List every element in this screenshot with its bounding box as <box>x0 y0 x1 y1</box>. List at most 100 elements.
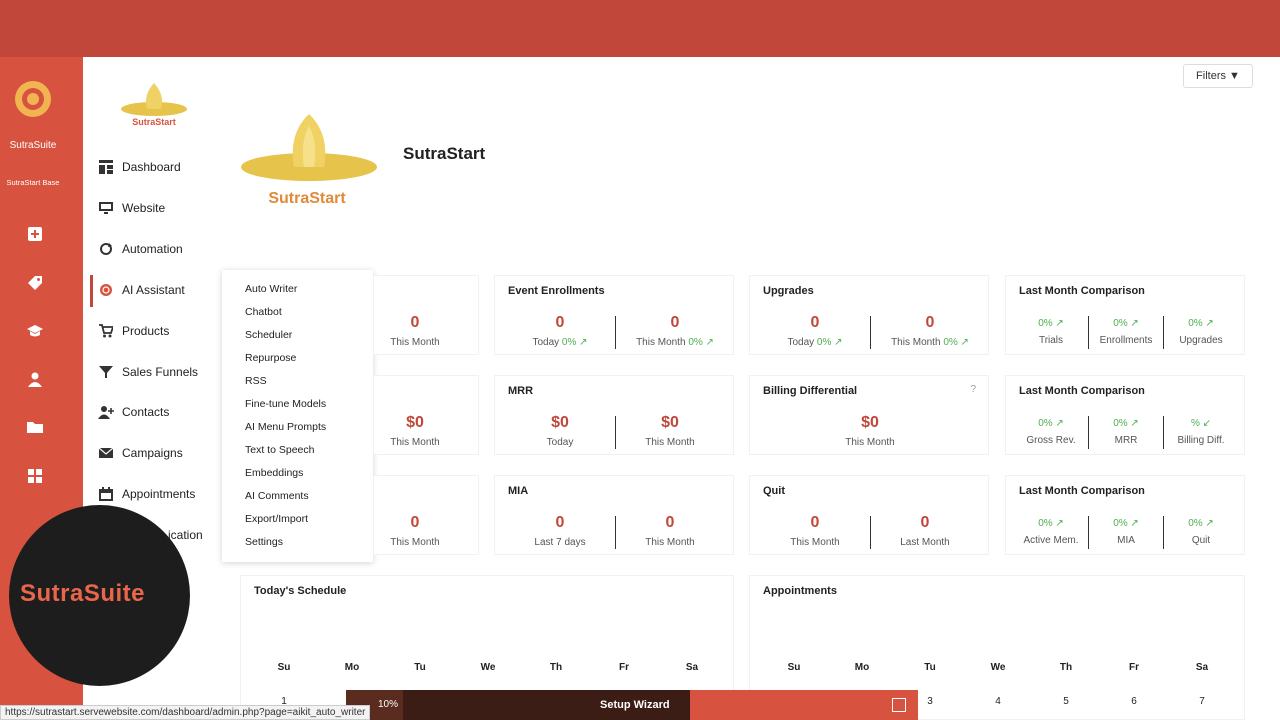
metric-label: This Month <box>845 437 895 448</box>
metric-value: 0 <box>665 514 675 531</box>
divider <box>615 516 616 549</box>
card-title: Last Month Comparison <box>1019 385 1145 397</box>
divider <box>1163 516 1164 549</box>
nav-label: Dashboard <box>122 160 181 174</box>
submenu-embeddings[interactable]: Embeddings <box>245 467 303 479</box>
metric-pct: 0% <box>943 337 958 348</box>
divider <box>1088 516 1089 549</box>
calendar-day[interactable]: 4 <box>964 696 1032 707</box>
status-url: https://sutrastart.servewebsite.com/dash… <box>0 705 371 720</box>
metric-value: 0 <box>555 314 565 331</box>
card-last-month-comparison-3: Last Month Comparison 0% ↗ Active Mem. 0… <box>1005 475 1245 555</box>
wizard-percent: 10% <box>378 699 399 710</box>
card-row2-partial: $0 This Month <box>373 375 479 455</box>
add-user-icon <box>98 404 114 420</box>
card-title: Upgrades <box>763 285 814 297</box>
metric-label: Today <box>787 337 815 348</box>
expand-icon[interactable] <box>892 698 906 712</box>
nav-item-website[interactable]: Website <box>98 198 165 218</box>
cart-icon <box>98 323 114 339</box>
submenu-settings[interactable]: Settings <box>245 536 283 548</box>
card-title: MRR <box>508 385 534 397</box>
nav-item-products[interactable]: Products <box>98 321 169 341</box>
folder-icon[interactable] <box>26 418 44 436</box>
rail-subtitle: SutraStart Base <box>6 178 60 187</box>
trend-up-icon: ↗ <box>1130 318 1139 329</box>
metric-label: This Month <box>390 537 440 548</box>
nav-label: Campaigns <box>122 446 183 460</box>
nav-item-appointments[interactable]: Appointments <box>98 484 195 504</box>
submenu-rss[interactable]: RSS <box>245 375 267 387</box>
submenu-repurpose[interactable]: Repurpose <box>245 352 296 364</box>
comparison-label: MIA <box>1117 535 1135 546</box>
rail-brand-name: SutraSuite <box>9 140 57 151</box>
trend-up-icon: ↗ <box>1130 418 1139 429</box>
submenu-chatbot[interactable]: Chatbot <box>245 306 282 318</box>
metric-value: 0 <box>410 514 420 531</box>
calendar-day[interactable]: 5 <box>1032 696 1100 707</box>
card-row1-partial: 0 This Month <box>373 275 479 355</box>
submenu-ai-comments[interactable]: AI Comments <box>245 490 309 502</box>
nav-item-dashboard[interactable]: Dashboard <box>98 157 181 177</box>
lotus-logo-icon[interactable] <box>13 79 53 119</box>
card-last-month-comparison-1: Last Month Comparison 0% ↗ Trials 0% ↗ E… <box>1005 275 1245 355</box>
divider <box>870 516 871 549</box>
top-bar <box>0 0 1280 57</box>
nav-item-partial[interactable]: ication <box>168 528 203 542</box>
nav-item-campaigns[interactable]: Campaigns <box>98 443 183 463</box>
calendar-day[interactable]: 6 <box>1100 696 1168 707</box>
comparison-label: Billing Diff. <box>1177 435 1225 446</box>
tag-icon[interactable] <box>26 274 44 292</box>
divider <box>1163 316 1164 349</box>
help-icon[interactable]: ? <box>970 384 976 395</box>
add-box-icon[interactable] <box>26 225 44 243</box>
submenu-auto-writer[interactable]: Auto Writer <box>245 283 297 295</box>
submenu-ai-menu-prompts[interactable]: AI Menu Prompts <box>245 421 326 433</box>
weekday: Fr <box>1129 662 1139 673</box>
submenu-text-to-speech[interactable]: Text to Speech <box>245 444 314 456</box>
submenu-fine-tune-models[interactable]: Fine-tune Models <box>245 398 326 410</box>
wizard-label[interactable]: Setup Wizard <box>600 699 670 711</box>
submenu-scheduler[interactable]: Scheduler <box>245 329 292 341</box>
card-title: Billing Differential <box>763 385 858 397</box>
weekday: Sa <box>1195 662 1209 673</box>
grid-icon[interactable] <box>26 467 44 485</box>
trend-up-icon: ↗ <box>1205 518 1214 529</box>
weekday: Fr <box>619 662 629 673</box>
nav-label: AI Assistant <box>122 283 185 297</box>
divider <box>870 316 871 349</box>
trend-up-icon: ↗ <box>1130 518 1139 529</box>
card-billing-differential: Billing Differential ? $0 This Month <box>749 375 989 455</box>
graduation-cap-icon[interactable] <box>26 322 44 340</box>
comparison-pct: 0% <box>1038 518 1053 529</box>
comparison-pct: % <box>1190 418 1200 429</box>
nav-item-automation[interactable]: Automation <box>98 239 183 259</box>
divider <box>1163 416 1164 449</box>
submenu-export-import[interactable]: Export/Import <box>245 513 308 525</box>
sutrastart-small-logo-icon[interactable]: SutraStart <box>119 79 189 129</box>
card-title: Event Enrollments <box>508 285 605 297</box>
comparison-label: Gross Rev. <box>1026 435 1076 446</box>
user-icon[interactable] <box>26 370 44 388</box>
weekday: We <box>480 662 496 673</box>
nav-item-ai-assistant[interactable]: AI Assistant <box>98 280 185 300</box>
nav-item-contacts[interactable]: Contacts <box>98 402 169 422</box>
metric-label: This Month <box>891 337 941 348</box>
weekday: Su <box>277 662 291 673</box>
metric-label: Today <box>546 437 574 448</box>
comparison-label: Trials <box>1038 335 1064 346</box>
metric-pct: 0% <box>561 337 577 348</box>
filters-button[interactable]: Filters ▼ <box>1183 64 1253 88</box>
metric-value: 0 <box>920 514 930 531</box>
card-last-month-comparison-2: Last Month Comparison 0% ↗ Gross Rev. 0%… <box>1005 375 1245 455</box>
metric-label: This Month <box>645 437 695 448</box>
metric-value: $0 <box>661 414 679 431</box>
nav-label: Automation <box>122 242 183 256</box>
weekday: Th <box>549 662 563 673</box>
comparison-label: Upgrades <box>1179 335 1223 346</box>
nav-active-indicator <box>90 275 93 307</box>
nav-item-sales-funnels[interactable]: Sales Funnels <box>98 362 198 382</box>
calendar-icon <box>98 486 114 502</box>
wizard-bar-right[interactable] <box>690 690 918 720</box>
calendar-day[interactable]: 7 <box>1168 696 1236 707</box>
